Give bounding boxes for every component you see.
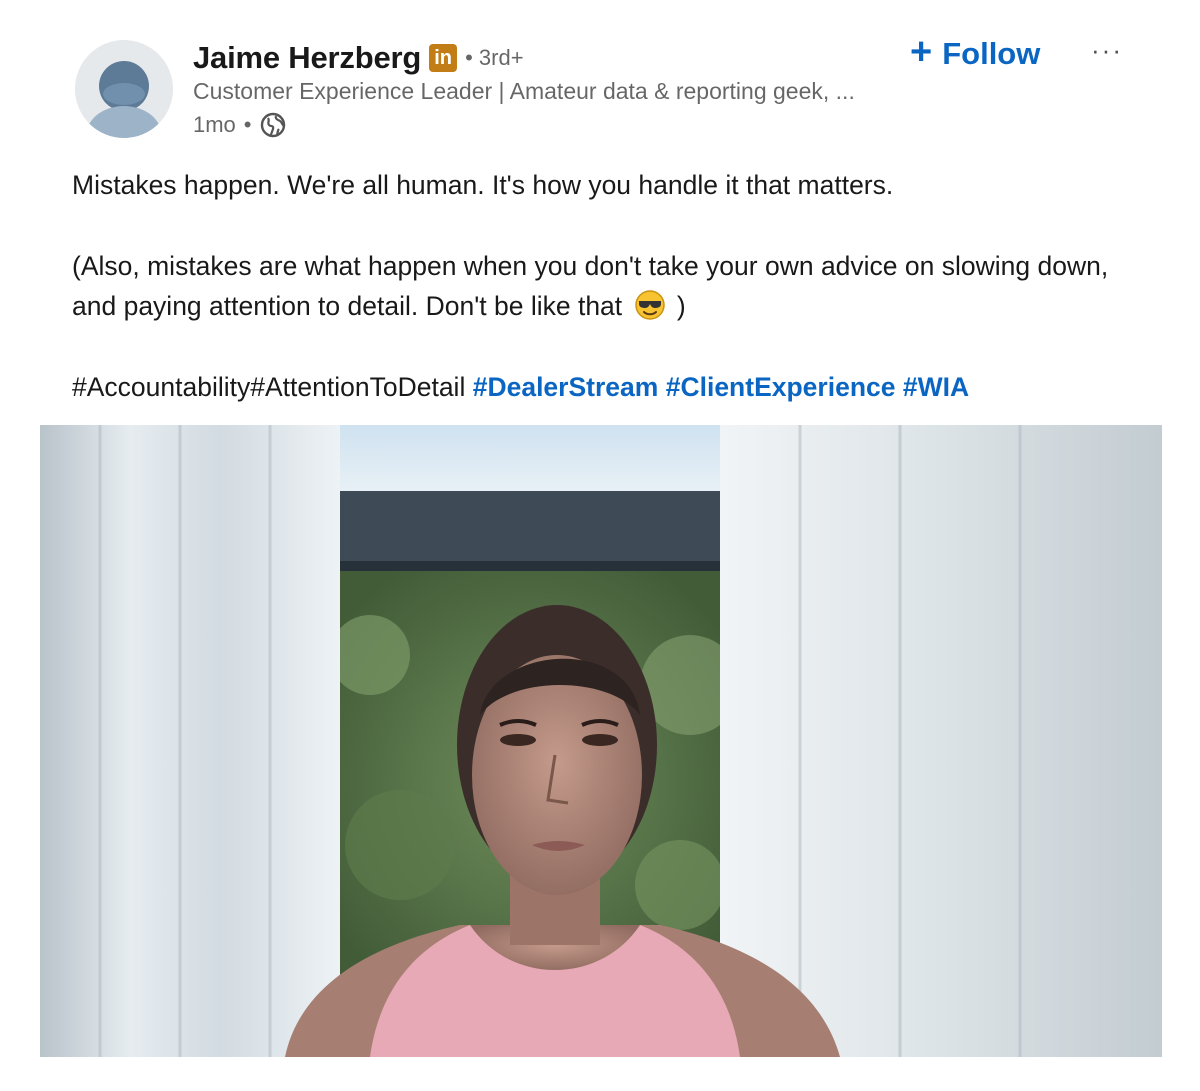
plus-icon: + [910,31,933,73]
hashtag-dealerstream-link[interactable]: #DealerStream [473,372,659,402]
author-name-row: Jaime Herzberg in • 3rd+ [193,36,524,80]
video-frame [40,425,1162,1057]
meta-separator: • [243,112,252,137]
connection-degree: • 3rd+ [465,45,524,70]
post-video[interactable] [40,425,1162,1057]
hashtag-attention-to-detail: #AttentionToDetail [250,372,466,402]
linkedin-premium-icon: in [429,44,458,72]
hashtag-row: #Accountability#AttentionToDetail #Deale… [72,367,1142,407]
globe-icon [260,112,286,138]
feed-post-card: Jaime Herzberg in • 3rd+ Customer Experi… [0,0,1200,1091]
post-line-2-text: (Also, mistakes are what happen when you… [72,251,1109,321]
more-options-button[interactable]: ··· [1085,28,1129,72]
post-body: Mistakes happen. We're all human. It's h… [72,165,1142,407]
hashtag-wia-link[interactable]: #WIA [903,372,969,402]
avatar-placeholder-icon [75,40,173,138]
author-name[interactable]: Jaime Herzberg [193,40,421,76]
follow-button[interactable]: + Follow [910,32,1040,76]
post-time: 1mo [193,112,236,137]
post-line-1: Mistakes happen. We're all human. It's h… [72,170,894,200]
hashtag-clientexperience-link[interactable]: #ClientExperience [666,372,896,402]
post-line-2: (Also, mistakes are what happen when you… [72,246,1142,326]
sunglasses-emoji-icon [634,289,666,321]
post-meta: 1mo • [193,110,286,140]
hashtag-accountability: #Accountability [72,372,251,402]
post-line-2-end: ) [676,291,686,321]
author-headline: Customer Experience Leader | Amateur dat… [193,78,855,104]
follow-label: Follow [942,36,1041,71]
author-avatar[interactable] [75,40,173,138]
